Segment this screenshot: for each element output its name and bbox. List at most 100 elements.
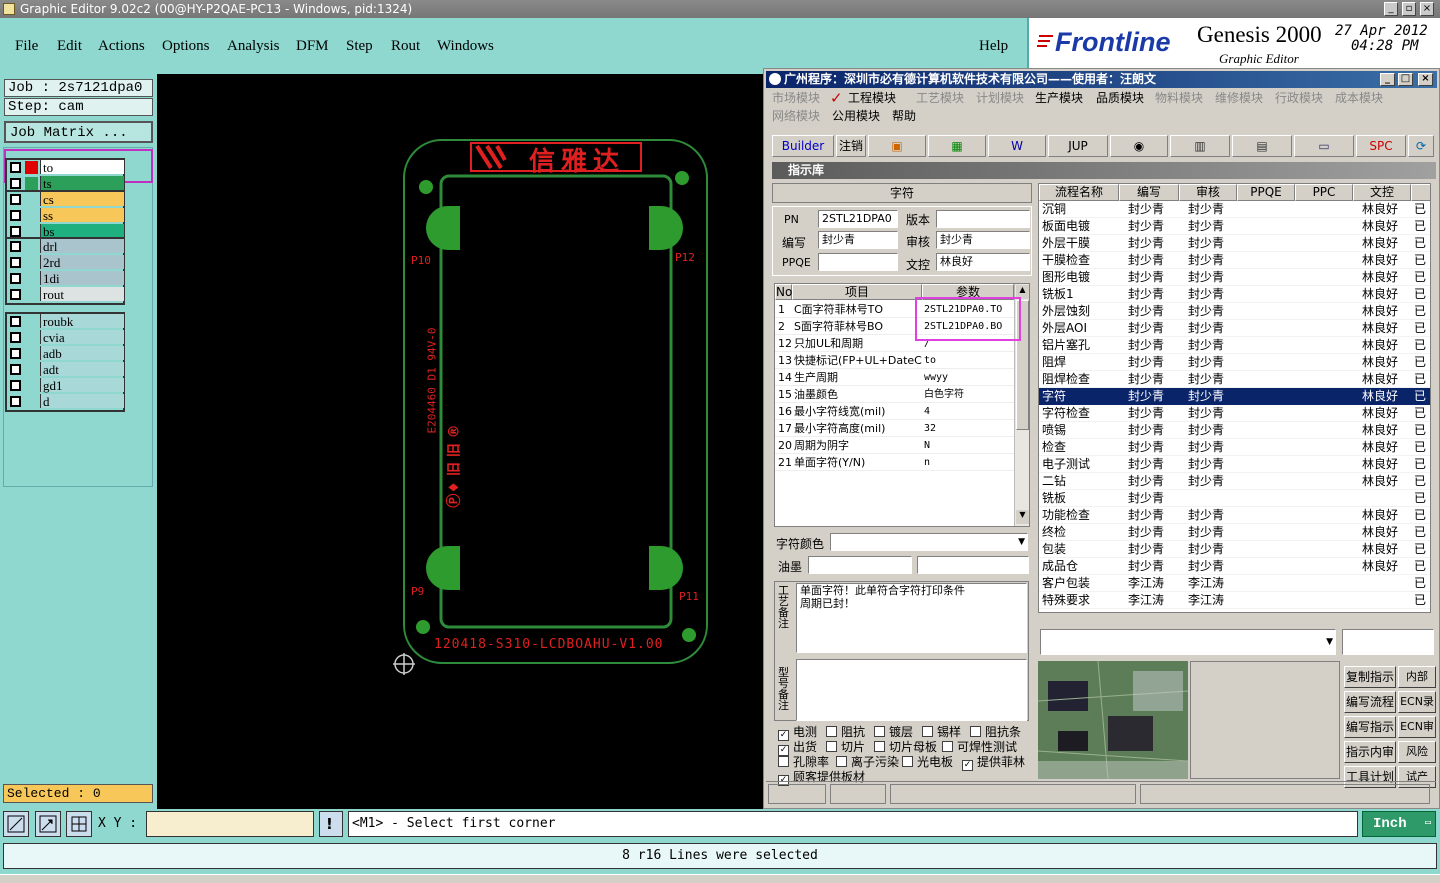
flow-extra-field[interactable]: [1342, 629, 1434, 655]
toolbar-button-4[interactable]: W: [988, 135, 1046, 157]
param-row[interactable]: 17 最小字符高度(mil) 32: [775, 420, 1014, 437]
module-2[interactable]: 工艺模块: [916, 89, 964, 106]
right-button-3a[interactable]: 指示内审: [1344, 741, 1396, 763]
layer-row-adb[interactable]: adb: [7, 346, 124, 361]
layer-checkbox[interactable]: [10, 348, 21, 359]
flow-row[interactable]: 二钻 封少青 封少青 林良好 已: [1039, 473, 1430, 490]
flow-row[interactable]: 电子测试 封少青 封少青 林良好 已: [1039, 456, 1430, 473]
flow-row[interactable]: 阻焊 封少青 封少青 林良好 已: [1039, 354, 1430, 371]
layer-row-to[interactable]: to: [7, 160, 124, 175]
module-0[interactable]: 市场模块: [772, 89, 820, 106]
layer-checkbox[interactable]: [10, 316, 21, 327]
check-1-0[interactable]: ✓ 出货: [778, 740, 817, 756]
flow-row[interactable]: 功能检查 封少青 封少青 林良好 已: [1039, 507, 1430, 524]
flow-row[interactable]: 外层AOI 封少青 封少青 林良好 已: [1039, 320, 1430, 337]
check-0-0[interactable]: ✓ 电测: [778, 725, 817, 741]
menu-file[interactable]: File: [15, 38, 38, 55]
flow-header-2[interactable]: 审核: [1179, 184, 1237, 201]
flow-row[interactable]: 铣板 封少青 已: [1039, 490, 1430, 507]
menu-actions[interactable]: Actions: [98, 38, 145, 55]
dialog-close-button[interactable]: ×: [1418, 73, 1433, 86]
layer-row-adt[interactable]: adt: [7, 362, 124, 377]
layer-row-gd1[interactable]: gd1: [7, 378, 124, 393]
layer-checkbox[interactable]: [10, 226, 21, 237]
toolbar-button-11[interactable]: ⟳: [1408, 135, 1434, 157]
menu-options[interactable]: Options: [162, 38, 210, 55]
toolbar-button-0[interactable]: Builder: [772, 135, 834, 157]
version-field[interactable]: [936, 210, 1030, 228]
flow-row[interactable]: 铣板1 封少青 封少青 林良好 已: [1039, 286, 1430, 303]
review-field[interactable]: 封少青: [936, 231, 1030, 249]
flow-row[interactable]: 图形电镀 封少青 封少青 林良好 已: [1039, 269, 1430, 286]
module-row2-1[interactable]: 公用模块: [832, 107, 880, 124]
right-button-0b[interactable]: 内部: [1398, 666, 1436, 688]
close-button[interactable]: ×: [1420, 2, 1434, 16]
toolbar-button-7[interactable]: ▥: [1170, 135, 1230, 157]
right-button-0a[interactable]: 复制指示: [1344, 666, 1396, 688]
menu-step[interactable]: Step: [346, 38, 373, 55]
layer-row-2rd[interactable]: 2rd: [7, 255, 124, 270]
layer-checkbox[interactable]: [10, 332, 21, 343]
flow-header-4[interactable]: PPC: [1295, 184, 1353, 201]
module-4[interactable]: 生产模块: [1035, 89, 1083, 106]
process-note-field[interactable]: 单面字符！此单符合字符打印条件 周期已封！: [796, 583, 1027, 653]
layer-row-d[interactable]: d: [7, 394, 124, 409]
flow-header-6[interactable]: [1411, 184, 1430, 201]
right-button-1b[interactable]: ECN录: [1398, 691, 1436, 713]
zoom-fit-icon[interactable]: [3, 811, 29, 837]
doc-field[interactable]: 林良好: [936, 253, 1030, 271]
layer-row-ss[interactable]: ss: [7, 208, 124, 223]
job-matrix-button[interactable]: Job Matrix ...: [4, 121, 153, 143]
check-1-3[interactable]: 可焊性测试: [942, 740, 1017, 754]
check-2-1[interactable]: 离子污染: [836, 755, 899, 769]
param-row[interactable]: 21 单面字符(Y/N) n: [775, 454, 1014, 471]
flow-row[interactable]: 板面电镀 封少青 封少青 林良好 已: [1039, 218, 1430, 235]
module-6[interactable]: 物料模块: [1155, 89, 1203, 106]
zoom-area-icon[interactable]: [35, 811, 61, 837]
checkbox[interactable]: [874, 741, 885, 752]
toolbar-button-2[interactable]: ▣: [868, 135, 926, 157]
flow-row[interactable]: 终检 封少青 封少青 林良好 已: [1039, 524, 1430, 541]
toolbar-button-5[interactable]: JUP: [1048, 135, 1108, 157]
xy-input[interactable]: [146, 811, 314, 837]
graphics-canvas[interactable]: 信雅达 120418-S310-LCDBOAHU-V1.00 E204460 D…: [157, 74, 763, 809]
layer-checkbox[interactable]: [10, 380, 21, 391]
flow-header-0[interactable]: 流程名称: [1039, 184, 1119, 201]
char-color-select[interactable]: ▼: [830, 533, 1028, 551]
layer-row-ts[interactable]: ts: [7, 176, 124, 191]
info-icon[interactable]: !: [319, 811, 343, 837]
flow-row[interactable]: 检查 封少青 封少青 林良好 已: [1039, 439, 1430, 456]
flow-row[interactable]: 包装 封少青 封少青 林良好 已: [1039, 541, 1430, 558]
layer-checkbox[interactable]: [10, 289, 21, 300]
toolbar-button-10[interactable]: SPC: [1356, 135, 1406, 157]
toolbar-button-3[interactable]: ▦: [928, 135, 986, 157]
check-0-2[interactable]: 镀层: [874, 725, 913, 739]
ink-field-1[interactable]: [808, 556, 912, 574]
checkbox[interactable]: [874, 726, 885, 737]
layer-row-cvia[interactable]: cvia: [7, 330, 124, 345]
param-row[interactable]: 14 生产周期 wwyy: [775, 369, 1014, 386]
taskbar[interactable]: [0, 874, 1440, 883]
layer-checkbox[interactable]: [10, 162, 21, 173]
layer-checkbox[interactable]: [10, 178, 21, 189]
menu-help[interactable]: Help: [979, 38, 1008, 55]
ppqe-field[interactable]: [818, 253, 898, 271]
maximize-button[interactable]: ▫: [1402, 2, 1416, 16]
scroll-down-icon[interactable]: ▼: [1016, 510, 1029, 524]
checkbox[interactable]: [826, 741, 837, 752]
menu-analysis[interactable]: Analysis: [227, 38, 280, 55]
module-9[interactable]: 成本模块: [1335, 89, 1383, 106]
layer-row-drl[interactable]: drl: [7, 239, 124, 254]
layer-checkbox[interactable]: [10, 241, 21, 252]
right-button-2b[interactable]: ECN审: [1398, 716, 1436, 738]
menu-rout[interactable]: Rout: [391, 38, 420, 55]
right-button-2a[interactable]: 编写指示: [1344, 716, 1396, 738]
flow-row[interactable]: 字符 封少青 封少青 林良好 已: [1039, 388, 1430, 405]
check-0-4[interactable]: 阻抗条: [970, 725, 1021, 739]
model-note-field[interactable]: [796, 659, 1027, 721]
toolbar-button-1[interactable]: 注销: [836, 135, 866, 157]
layer-checkbox[interactable]: [10, 210, 21, 221]
flow-row[interactable]: 铝片塞孔 封少青 封少青 林良好 已: [1039, 337, 1430, 354]
grid-icon[interactable]: [66, 811, 92, 837]
check-2-3[interactable]: ✓ 提供菲林: [962, 755, 1025, 771]
